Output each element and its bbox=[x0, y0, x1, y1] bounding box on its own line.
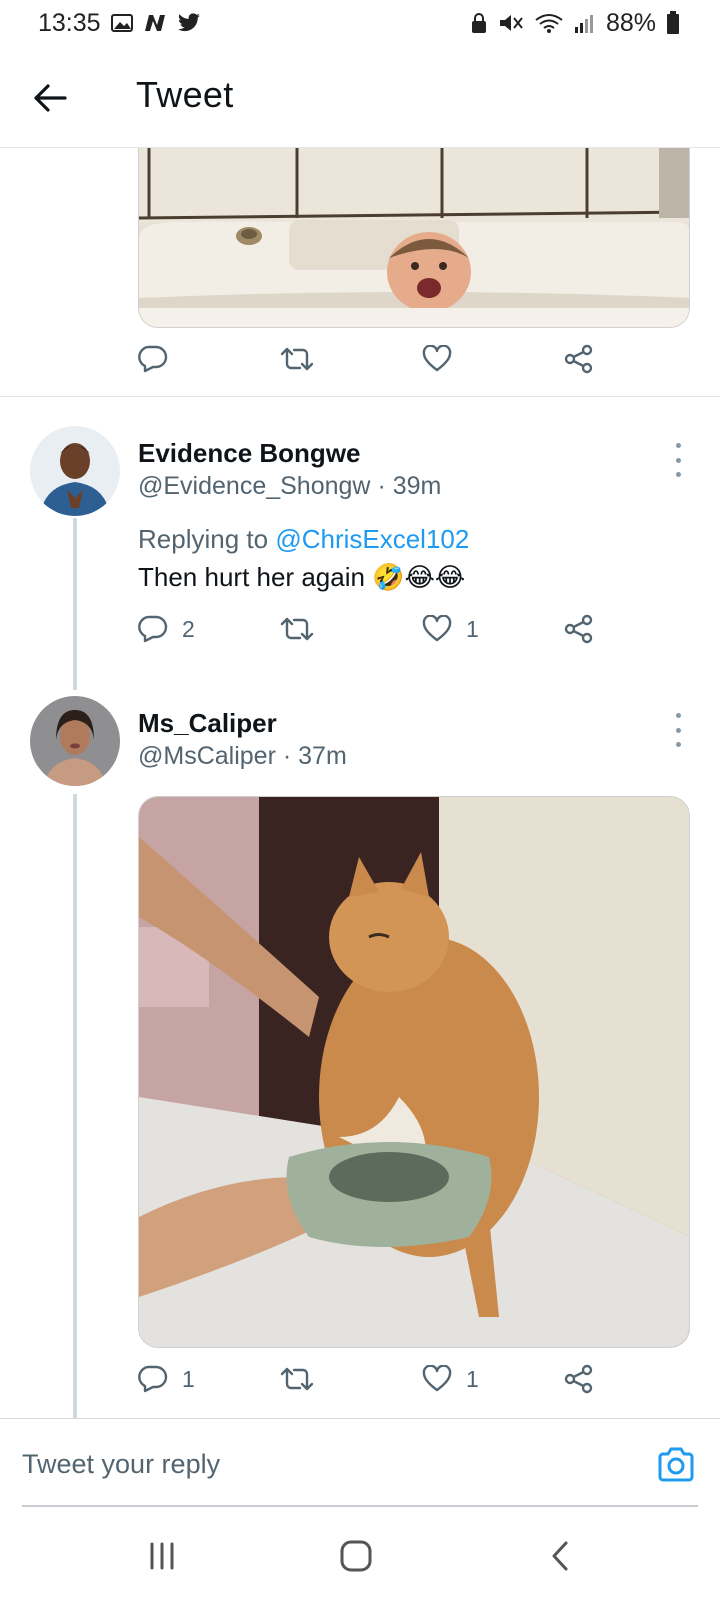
reply-composer: Tweet your reply bbox=[0, 1418, 720, 1508]
avatar[interactable] bbox=[30, 696, 120, 786]
emoji-text: 🤣😂😂 bbox=[372, 562, 466, 592]
camera-icon[interactable] bbox=[656, 1445, 696, 1485]
share-button[interactable] bbox=[564, 614, 614, 644]
battery-icon bbox=[666, 11, 680, 35]
heart-icon bbox=[422, 615, 452, 642]
tweet-meta: @Evidence_Shongw · 39m bbox=[138, 472, 441, 501]
like-button[interactable]: 1 bbox=[422, 615, 564, 643]
separator: · bbox=[377, 472, 386, 500]
retweet-button[interactable] bbox=[280, 1365, 422, 1393]
replying-prefix: Replying to bbox=[138, 524, 269, 554]
status-left: 13:35 bbox=[38, 9, 201, 38]
share-button[interactable] bbox=[564, 344, 614, 374]
handle[interactable]: @MsCaliper bbox=[138, 742, 276, 770]
reply-input[interactable]: Tweet your reply bbox=[22, 1449, 220, 1480]
thread-line bbox=[73, 518, 77, 690]
retweet-button[interactable] bbox=[280, 615, 422, 643]
like-count: 1 bbox=[466, 615, 479, 642]
battery-percent: 88% bbox=[605, 8, 656, 37]
like-count: 1 bbox=[466, 1365, 479, 1392]
tweet-media-image[interactable] bbox=[138, 796, 690, 1348]
separator: · bbox=[282, 742, 292, 770]
heart-icon bbox=[422, 1365, 452, 1392]
avatar[interactable] bbox=[30, 426, 120, 516]
reply-icon bbox=[138, 345, 168, 373]
status-bar: 13:35 88% bbox=[0, 0, 720, 46]
reply-count: 1 bbox=[182, 1365, 195, 1392]
retweet-icon bbox=[280, 617, 314, 641]
retweet-icon bbox=[280, 1367, 314, 1391]
status-right: 88% bbox=[470, 9, 680, 38]
page-title: Tweet bbox=[136, 74, 234, 115]
reply-button[interactable]: 2 bbox=[138, 615, 280, 643]
display-name[interactable]: Ms_Caliper bbox=[138, 708, 277, 739]
reply-button[interactable]: 1 bbox=[138, 1365, 280, 1393]
system-nav-bar bbox=[0, 1508, 720, 1600]
n-app-icon bbox=[143, 13, 167, 33]
tweet-feed[interactable]: Evidence Bongwe @Evidence_Shongw · 39m R… bbox=[0, 148, 720, 1418]
tweet-body: Then hurt her again bbox=[138, 562, 365, 592]
handle[interactable]: @Evidence_Shongw bbox=[138, 472, 370, 500]
display-name[interactable]: Evidence Bongwe bbox=[138, 438, 361, 469]
thread-line bbox=[73, 794, 77, 1418]
reply-button[interactable] bbox=[138, 345, 280, 373]
heart-icon bbox=[422, 345, 452, 372]
more-options-icon[interactable] bbox=[668, 713, 688, 747]
status-time: 13:35 bbox=[38, 8, 101, 37]
app-header: Tweet bbox=[0, 46, 720, 148]
like-button[interactable] bbox=[422, 345, 564, 373]
lock-icon bbox=[470, 12, 488, 34]
recent-apps-icon[interactable] bbox=[142, 1538, 182, 1574]
input-underline bbox=[22, 1505, 698, 1507]
reply-icon bbox=[138, 1365, 168, 1393]
share-icon bbox=[564, 614, 593, 644]
wifi-icon bbox=[534, 12, 564, 34]
reply-icon bbox=[138, 615, 168, 643]
retweet-button[interactable] bbox=[280, 345, 422, 373]
retweet-icon bbox=[280, 347, 314, 371]
tweet-media-image[interactable] bbox=[138, 148, 690, 328]
twitter-bird-icon bbox=[177, 13, 201, 33]
mute-icon bbox=[498, 12, 524, 34]
replying-handle-link[interactable]: @ChrisExcel102 bbox=[275, 524, 469, 554]
tweet-actions: 1 1 bbox=[138, 1364, 618, 1394]
replying-to: Replying to @ChrisExcel102 bbox=[138, 524, 469, 555]
like-button[interactable]: 1 bbox=[422, 1365, 564, 1393]
timestamp[interactable]: 37m bbox=[298, 742, 347, 770]
divider bbox=[0, 396, 720, 397]
back-arrow-icon[interactable] bbox=[30, 78, 70, 118]
reply-count: 2 bbox=[182, 615, 195, 642]
top-tweet-actions bbox=[138, 344, 618, 374]
tweet-text: Then hurt her again 🤣😂😂 bbox=[138, 562, 465, 593]
home-icon[interactable] bbox=[336, 1538, 376, 1574]
share-icon bbox=[564, 1364, 593, 1394]
back-icon[interactable] bbox=[540, 1538, 580, 1574]
tweet-actions: 2 1 bbox=[138, 614, 618, 644]
signal-icon bbox=[574, 12, 596, 34]
share-icon bbox=[564, 344, 593, 374]
more-options-icon[interactable] bbox=[668, 443, 688, 477]
gallery-icon bbox=[110, 13, 133, 33]
share-button[interactable] bbox=[564, 1364, 614, 1394]
tweet-meta: @MsCaliper · 37m bbox=[138, 742, 347, 771]
timestamp[interactable]: 39m bbox=[393, 472, 442, 500]
